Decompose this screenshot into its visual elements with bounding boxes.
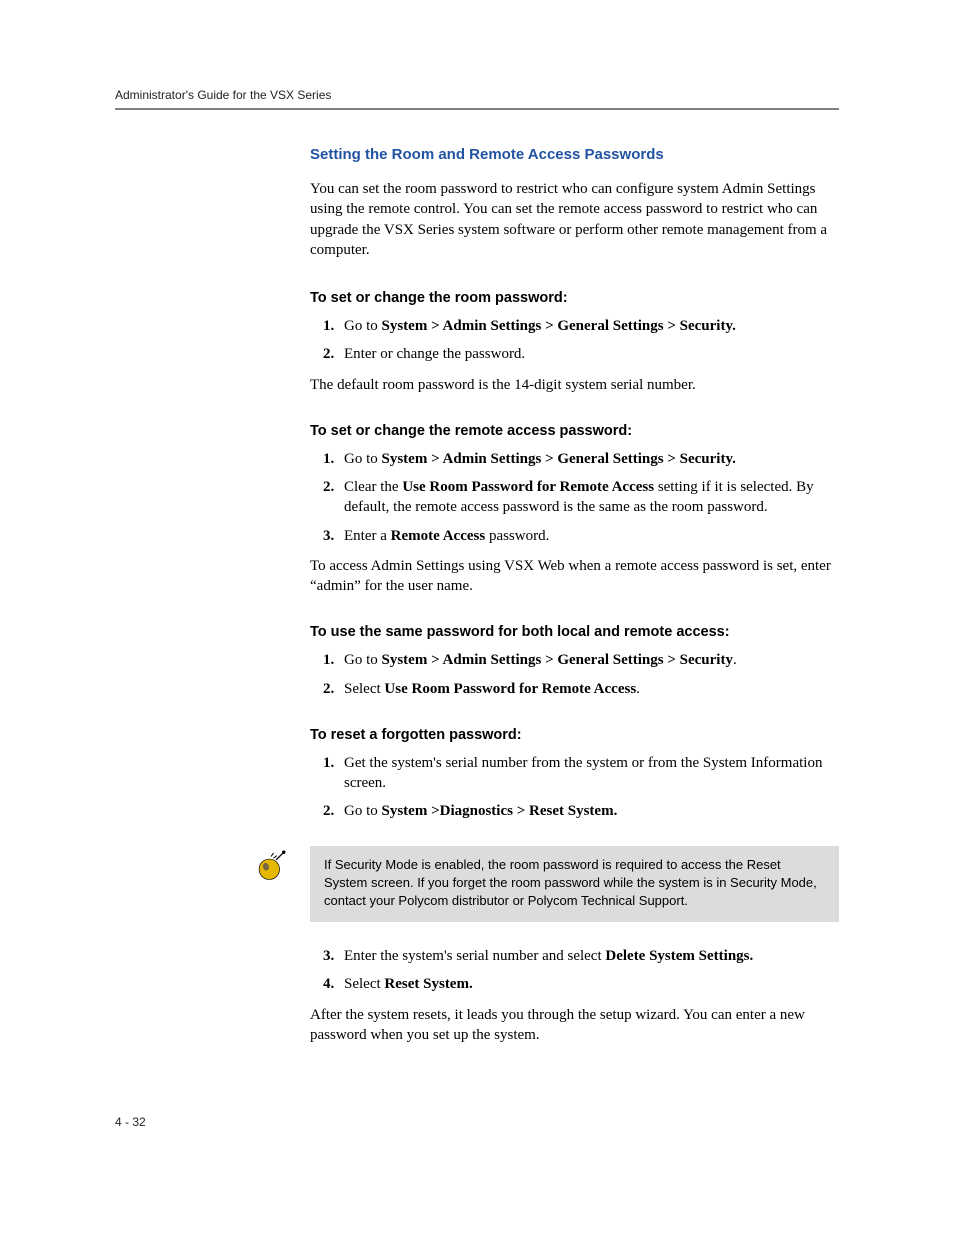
procedure-title: To set or change the room password: [310, 290, 839, 306]
step: Go to System > Admin Settings > General … [338, 650, 839, 670]
section-heading: Setting the Room and Remote Access Passw… [310, 146, 839, 163]
procedure-title: To use the same password for both local … [310, 624, 839, 640]
step-text: Go to [344, 318, 382, 334]
step: Enter a Remote Access password. [338, 526, 839, 546]
step-text: Go to [344, 803, 382, 819]
step: Go to System > Admin Settings > General … [338, 316, 839, 336]
step-text: . [636, 681, 640, 697]
note-text: If Security Mode is enabled, the room pa… [310, 846, 839, 923]
step-text: Select [344, 681, 384, 697]
setting-name: Use Room Password for Remote Access [402, 479, 654, 495]
step-text: Go to [344, 451, 382, 467]
step: Select Use Room Password for Remote Acce… [338, 679, 839, 699]
nav-path: System > Admin Settings > General Settin… [382, 652, 733, 668]
procedure-steps: Get the system's serial number from the … [310, 753, 839, 822]
step: Clear the Use Room Password for Remote A… [338, 477, 839, 518]
setting-name: Reset System. [384, 976, 472, 992]
step-text: password. [485, 528, 549, 544]
setting-name: Delete System Settings. [605, 948, 753, 964]
page-number: 4 - 32 [115, 1115, 839, 1129]
step: Enter the system's serial number and sel… [338, 946, 839, 966]
step: Get the system's serial number from the … [338, 753, 839, 794]
procedure-note: After the system resets, it leads you th… [310, 1005, 839, 1046]
nav-path: System >Diagnostics > Reset System. [382, 803, 618, 819]
step: Select Reset System. [338, 974, 839, 994]
note-block: If Security Mode is enabled, the room pa… [248, 846, 839, 923]
running-header: Administrator's Guide for the VSX Series [115, 88, 839, 102]
note-icon [254, 848, 288, 882]
nav-path: System > Admin Settings > General Settin… [382, 318, 736, 334]
procedure-steps: Go to System > Admin Settings > General … [310, 449, 839, 546]
step-text: Enter the system's serial number and sel… [344, 948, 605, 964]
step-text: Select [344, 976, 384, 992]
step-text: Go to [344, 652, 382, 668]
step-text: Clear the [344, 479, 402, 495]
step: Go to System > Admin Settings > General … [338, 449, 839, 469]
procedure-steps: Go to System > Admin Settings > General … [310, 650, 839, 699]
step: Enter or change the password. [338, 344, 839, 364]
step: Go to System >Diagnostics > Reset System… [338, 801, 839, 821]
procedure-title: To set or change the remote access passw… [310, 423, 839, 439]
step-text: . [733, 652, 737, 668]
procedure-steps-continued: Enter the system's serial number and sel… [310, 946, 839, 995]
intro-paragraph: You can set the room password to restric… [310, 179, 839, 260]
body-column: Setting the Room and Remote Access Passw… [310, 146, 839, 1045]
procedure-title: To reset a forgotten password: [310, 727, 839, 743]
nav-path: System > Admin Settings > General Settin… [382, 451, 736, 467]
procedure-note: To access Admin Settings using VSX Web w… [310, 556, 839, 597]
setting-name: Use Room Password for Remote Access [384, 681, 636, 697]
header-rule [115, 108, 839, 110]
procedure-steps: Go to System > Admin Settings > General … [310, 316, 839, 365]
procedure-note: The default room password is the 14-digi… [310, 375, 839, 395]
document-page: Administrator's Guide for the VSX Series… [0, 0, 954, 1199]
setting-name: Remote Access [391, 528, 486, 544]
step-text: Enter a [344, 528, 391, 544]
